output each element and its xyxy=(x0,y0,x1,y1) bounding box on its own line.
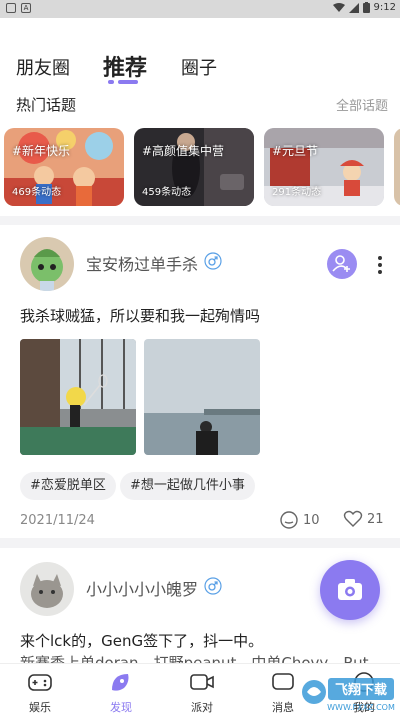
video-icon xyxy=(190,674,214,690)
topic-count: 459条动态 xyxy=(142,187,192,198)
follow-button[interactable] xyxy=(327,249,357,279)
male-gender-icon xyxy=(204,577,222,595)
username[interactable]: 小小小小小魄罗 xyxy=(86,576,198,600)
topic-card-partial[interactable] xyxy=(394,128,400,206)
topic-tag[interactable]: #想一起做几件小事 xyxy=(120,472,255,500)
top-section: 朋友圈 推荐 圈子 热门话题 全部话题 #新年快乐 469条动态 #高颜值集中营… xyxy=(0,18,400,216)
username[interactable]: 宝安杨过单手杀 xyxy=(86,251,198,275)
add-user-icon xyxy=(332,255,350,272)
topic-name: #高颜值集中营 xyxy=(142,144,225,158)
discover-icon xyxy=(112,674,129,691)
watermark-logo: 飞翔下载 WWW.FXXZ.COM xyxy=(300,672,396,714)
topic-card[interactable]: #高颜值集中营 459条动态 xyxy=(134,128,254,206)
post-text: 我杀球贼猛，所以要和我一起殉情吗 xyxy=(20,307,261,325)
post-photo[interactable] xyxy=(144,339,260,455)
gamepad-icon xyxy=(28,674,52,691)
post-text: 来个lck的，GenG签下了，抖一中。 xyxy=(20,632,264,650)
like-button[interactable]: 21 xyxy=(343,510,384,528)
camera-post-button[interactable] xyxy=(320,560,380,620)
comment-icon xyxy=(280,511,298,529)
like-count: 21 xyxy=(367,511,384,527)
avatar[interactable] xyxy=(20,237,74,291)
status-time: 9:12 xyxy=(373,2,396,13)
nav-label: 发现 xyxy=(110,701,132,714)
a-icon: A xyxy=(21,3,31,13)
nav-label: 娱乐 xyxy=(29,701,51,714)
topic-carousel[interactable]: #新年快乐 469条动态 #高颜值集中营 459条动态 #元旦节 291条动态 xyxy=(4,128,400,206)
avatar[interactable] xyxy=(20,562,74,616)
topic-tag[interactable]: #恋爱脱单区 xyxy=(20,472,116,500)
topic-card[interactable]: #元旦节 291条动态 xyxy=(264,128,384,206)
tab-friends[interactable]: 朋友圈 xyxy=(16,54,70,80)
comment-count: 10 xyxy=(303,512,320,528)
square-icon xyxy=(6,3,16,13)
comment-button[interactable]: 10 xyxy=(279,510,320,530)
hot-topics-title: 热门话题 xyxy=(16,96,77,114)
topic-card[interactable]: #新年快乐 469条动态 xyxy=(4,128,124,206)
status-bar: A 9:12 xyxy=(0,0,400,18)
heart-icon xyxy=(343,510,363,527)
wifi-icon xyxy=(332,2,345,12)
topic-name: #元旦节 xyxy=(272,144,319,158)
battery-icon xyxy=(362,2,370,13)
post-date: 2021/11/24 xyxy=(20,513,95,528)
more-options-icon[interactable] xyxy=(377,256,383,276)
topic-count: 469条动态 xyxy=(12,187,62,198)
topic-count: 291条动态 xyxy=(272,187,322,198)
message-icon xyxy=(272,673,294,690)
tab-recommend[interactable]: 推荐 xyxy=(103,50,147,82)
camera-icon xyxy=(338,579,362,600)
male-gender-icon xyxy=(204,252,222,270)
nav-party[interactable]: 派对 xyxy=(172,670,232,715)
tab-bar: 朋友圈 推荐 圈子 xyxy=(0,48,400,88)
nav-discover[interactable]: 发现 xyxy=(91,670,151,715)
nav-label: 派对 xyxy=(191,701,213,714)
all-topics-link[interactable]: 全部话题 xyxy=(336,95,388,114)
post-photo[interactable] xyxy=(20,339,136,455)
signal-icon xyxy=(348,2,359,13)
tab-indicator-dot xyxy=(108,80,114,84)
tab-circles[interactable]: 圈子 xyxy=(181,54,217,80)
watermark-url: WWW.FXXZ.COM xyxy=(327,703,395,712)
tab-indicator xyxy=(118,80,138,84)
watermark-text: 飞翔下载 xyxy=(335,682,387,698)
post-card[interactable]: 宝安杨过单手杀 我杀球贼猛，所以要和我一起殉情吗 #恋爱脱单区 #想一起做几件小… xyxy=(0,225,400,538)
nav-entertainment[interactable]: 娱乐 xyxy=(10,670,70,715)
topic-name: #新年快乐 xyxy=(12,144,71,158)
